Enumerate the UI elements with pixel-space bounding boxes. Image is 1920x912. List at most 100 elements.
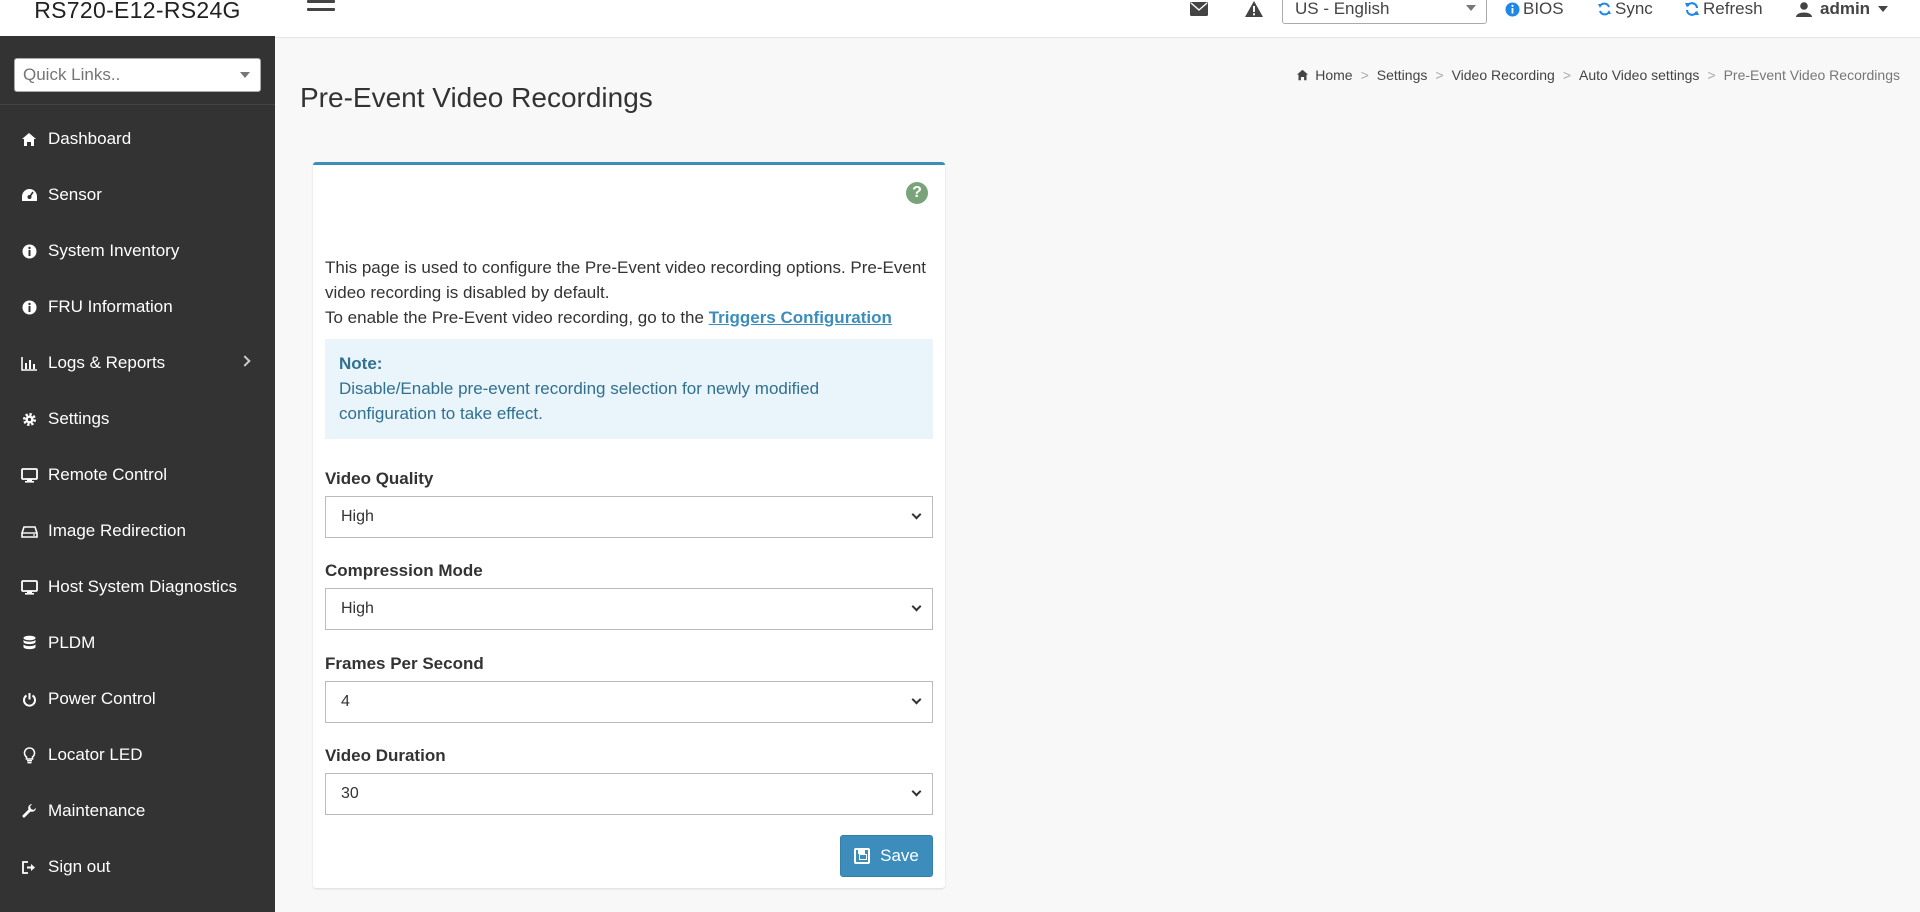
breadcrumb-current: Pre-Event Video Recordings — [1723, 67, 1900, 83]
compression-mode-select[interactable]: High — [325, 588, 933, 630]
refresh-link[interactable]: Refresh — [1685, 0, 1763, 18]
refresh-icon — [1685, 2, 1699, 16]
language-select[interactable]: US - English — [1282, 0, 1487, 24]
sidebar-item-sensor[interactable]: Sensor — [0, 167, 275, 223]
sidebar-item-label: Settings — [48, 409, 110, 428]
sidebar-item-host-system-diagnostics[interactable]: Host System Diagnostics — [0, 559, 275, 615]
save-button[interactable]: Save — [840, 835, 933, 877]
quick-links-select[interactable] — [14, 58, 261, 92]
compression-mode-value: High — [341, 600, 374, 617]
sidebar-item-label: Host System Diagnostics — [48, 577, 237, 596]
triggers-configuration-link[interactable]: Triggers Configuration — [709, 308, 892, 327]
description-line-2-prefix: To enable the Pre-Event video recording,… — [325, 308, 709, 327]
chevron-right-icon — [239, 355, 251, 367]
bios-link[interactable]: BIOS — [1505, 0, 1564, 18]
info-circle-icon — [19, 297, 39, 317]
sidebar-item-remote-control[interactable]: Remote Control — [0, 447, 275, 503]
sidebar-item-fru-information[interactable]: FRU Information — [0, 279, 275, 335]
sidebar-item-label: Sensor — [48, 185, 102, 204]
drive-icon — [19, 521, 39, 541]
sidebar-item-label: Image Redirection — [48, 521, 186, 540]
refresh-label: Refresh — [1703, 0, 1763, 18]
language-value: US - English — [1295, 0, 1390, 18]
frames-per-second-value: 4 — [341, 693, 350, 710]
sidebar-item-logs-reports[interactable]: Logs & Reports — [0, 335, 275, 391]
sidebar-divider — [0, 104, 275, 105]
chevron-down-icon — [911, 694, 922, 705]
user-menu[interactable]: admin — [1796, 0, 1889, 18]
warning-icon[interactable] — [1245, 0, 1263, 18]
breadcrumb-separator: > — [1707, 67, 1716, 83]
note-callout: Note: Disable/Enable pre-event recording… — [325, 339, 933, 439]
sidebar-item-system-inventory[interactable]: System Inventory — [0, 223, 275, 279]
video-quality-value: High — [341, 508, 374, 525]
note-title: Note: — [339, 354, 383, 373]
database-icon — [19, 633, 39, 653]
hamburger-menu-icon[interactable] — [307, 0, 335, 17]
caret-down-icon — [240, 72, 250, 78]
user-icon — [1796, 1, 1812, 17]
power-icon — [19, 689, 39, 709]
compression-mode-label: Compression Mode — [325, 561, 483, 580]
sidebar-item-settings[interactable]: Settings — [0, 391, 275, 447]
brand-header: RS720-E12-RS24G — [0, 0, 275, 36]
quick-links-input[interactable] — [23, 65, 233, 85]
help-icon[interactable]: ? — [906, 182, 928, 204]
sidebar-item-label: PLDM — [48, 633, 96, 652]
video-quality-label: Video Quality — [325, 469, 434, 488]
top-navbar: US - English BIOS Sync Refresh admin — [275, 0, 1920, 38]
sidebar-nav: Dashboard Sensor System Inventory FRU In… — [0, 111, 275, 895]
user-label: admin — [1820, 0, 1871, 18]
breadcrumb: Home > Settings > Video Recording > Auto… — [1296, 67, 1900, 83]
envelope-icon[interactable] — [1190, 0, 1208, 18]
breadcrumb-home[interactable]: Home — [1315, 67, 1352, 83]
sidebar-item-pldm[interactable]: PLDM — [0, 615, 275, 671]
sync-link[interactable]: Sync — [1598, 0, 1653, 18]
home-icon — [1297, 69, 1309, 81]
sign-out-icon — [19, 857, 39, 877]
sidebar-item-dashboard[interactable]: Dashboard — [0, 111, 275, 167]
caret-down-icon — [1878, 6, 1889, 12]
dashboard-gauge-icon — [19, 185, 39, 205]
info-circle-icon — [1505, 2, 1520, 16]
caret-down-icon — [1466, 5, 1476, 11]
home-icon — [19, 129, 39, 149]
video-quality-select[interactable]: High — [325, 496, 933, 538]
breadcrumb-auto-video-settings[interactable]: Auto Video settings — [1579, 67, 1699, 83]
sidebar-item-label: Locator LED — [48, 745, 143, 764]
save-label: Save — [880, 846, 919, 865]
video-duration-select[interactable]: 30 — [325, 773, 933, 815]
monitor-icon — [19, 465, 39, 485]
video-duration-label: Video Duration — [325, 746, 446, 765]
bios-label: BIOS — [1523, 0, 1564, 18]
sidebar-item-label: Sign out — [48, 857, 111, 876]
frames-per-second-select[interactable]: 4 — [325, 681, 933, 723]
bar-chart-icon — [19, 353, 39, 373]
sidebar: RS720-E12-RS24G Dashboard Sensor System … — [0, 0, 275, 912]
description-line-1: This page is used to configure the Pre-E… — [325, 258, 927, 302]
sidebar-item-label: Power Control — [48, 689, 156, 708]
sync-label: Sync — [1615, 0, 1653, 18]
sidebar-item-sign-out[interactable]: Sign out — [0, 839, 275, 895]
frames-per-second-label: Frames Per Second — [325, 654, 484, 673]
wrench-icon — [19, 801, 39, 821]
sidebar-item-locator-led[interactable]: Locator LED — [0, 727, 275, 783]
video-duration-value: 30 — [341, 785, 359, 802]
chevron-down-icon — [911, 786, 922, 797]
breadcrumb-settings[interactable]: Settings — [1377, 67, 1428, 83]
page-title: Pre-Event Video Recordings — [300, 82, 653, 113]
brand-title: RS720-E12-RS24G — [34, 0, 241, 23]
chevron-down-icon — [911, 509, 922, 520]
sidebar-item-image-redirection[interactable]: Image Redirection — [0, 503, 275, 559]
sidebar-item-label: Remote Control — [48, 465, 168, 484]
sidebar-item-power-control[interactable]: Power Control — [0, 671, 275, 727]
chevron-down-icon — [911, 601, 922, 612]
lightbulb-icon — [19, 745, 39, 765]
breadcrumb-separator: > — [1360, 67, 1369, 83]
breadcrumb-video-recording[interactable]: Video Recording — [1452, 67, 1555, 83]
breadcrumb-separator: > — [1562, 67, 1572, 83]
sidebar-item-maintenance[interactable]: Maintenance — [0, 783, 275, 839]
note-text: Disable/Enable pre-event recording selec… — [339, 379, 820, 423]
sidebar-item-label: Dashboard — [48, 129, 132, 148]
monitor-icon — [19, 577, 39, 597]
